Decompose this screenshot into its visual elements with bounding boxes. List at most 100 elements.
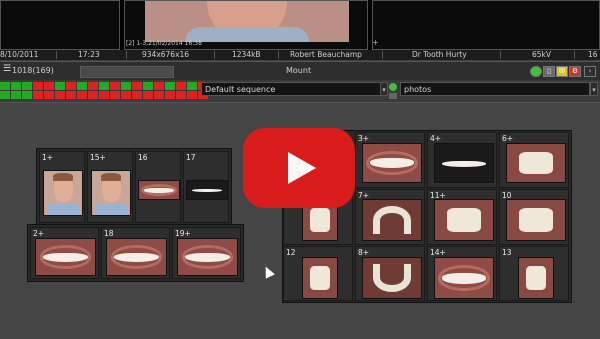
sequence-cell[interactable] xyxy=(77,82,87,90)
smile-photo[interactable] xyxy=(35,238,96,276)
mount-slot[interactable]: 15+ xyxy=(87,151,133,223)
patient-photo-preview xyxy=(145,1,349,42)
sequence-row: Default sequence ▾ photos ▾ xyxy=(0,80,600,102)
sequence-cell[interactable] xyxy=(176,91,186,99)
mount-slot[interactable]: 19+ xyxy=(172,227,241,279)
sequence-cell[interactable] xyxy=(88,82,98,90)
sequence-cell[interactable] xyxy=(143,82,153,90)
photos-status-icon xyxy=(389,83,397,91)
mount-slot[interactable]: 6+ xyxy=(499,132,569,188)
smile-photo[interactable] xyxy=(434,143,494,183)
slot-label: 6+ xyxy=(502,134,514,143)
sequence-cell[interactable] xyxy=(143,91,153,99)
smile-photo[interactable] xyxy=(362,143,422,183)
info-file-size: 1234kB xyxy=(232,50,261,59)
patient-face-photo[interactable] xyxy=(43,170,83,216)
sequence-cell[interactable] xyxy=(132,82,142,90)
mount-name-field[interactable] xyxy=(80,66,174,78)
occlusal-photo[interactable] xyxy=(362,257,422,299)
mount-slot[interactable]: 14+ xyxy=(427,246,497,301)
lateral-photo[interactable] xyxy=(518,257,554,299)
sequence-cell[interactable] xyxy=(0,82,10,90)
slot-label: 4+ xyxy=(430,134,442,143)
lateral-photo[interactable] xyxy=(434,199,494,241)
sequence-dropdown-arrow[interactable]: ▾ xyxy=(380,82,388,96)
sequence-cell[interactable] xyxy=(121,82,131,90)
info-dimensions: 934x676x16 xyxy=(142,50,190,59)
smile-photo[interactable] xyxy=(434,257,494,299)
settings-icon[interactable]: ⚙ xyxy=(569,66,581,77)
smile-photo[interactable] xyxy=(186,180,228,200)
sequence-cell[interactable] xyxy=(44,82,54,90)
sequence-cell[interactable] xyxy=(88,91,98,99)
mount-slot[interactable]: 3+ xyxy=(355,132,425,188)
lateral-photo[interactable] xyxy=(506,143,566,183)
sequence-cell[interactable] xyxy=(11,82,21,90)
sequence-cell[interactable] xyxy=(22,91,32,99)
sequence-cell[interactable] xyxy=(77,91,87,99)
sequence-cell[interactable] xyxy=(33,82,43,90)
sequence-cell[interactable] xyxy=(99,82,109,90)
smile-photo[interactable] xyxy=(106,238,167,276)
smile-photo[interactable] xyxy=(177,238,238,276)
sequence-cell[interactable] xyxy=(187,82,197,90)
sequence-cell[interactable] xyxy=(66,91,76,99)
photos-dropdown-arrow[interactable]: ▾ xyxy=(590,82,598,96)
sequence-cell[interactable] xyxy=(55,82,65,90)
sequence-cell[interactable] xyxy=(154,91,164,99)
preview-pane-right[interactable] xyxy=(372,0,600,50)
sequence-cell[interactable] xyxy=(154,82,164,90)
mount-slot[interactable]: 18 xyxy=(101,227,170,279)
sequence-cell[interactable] xyxy=(110,91,120,99)
mount-slot[interactable]: 12 xyxy=(283,246,353,301)
play-icon xyxy=(288,152,316,184)
photos-select[interactable]: photos xyxy=(400,82,590,96)
preview-caption: [2] 1-3,21/02/2014 16:38 xyxy=(126,40,202,47)
slot-label: 15+ xyxy=(90,153,106,162)
sequence-status-cells xyxy=(0,82,209,100)
mount-slot[interactable]: 10 xyxy=(499,189,569,245)
mount-slot[interactable]: 4+ xyxy=(427,132,497,188)
sequence-cell[interactable] xyxy=(110,82,120,90)
sequence-cell[interactable] xyxy=(55,91,65,99)
sequence-cell[interactable] xyxy=(121,91,131,99)
sequence-cell[interactable] xyxy=(187,91,197,99)
sequence-cell[interactable] xyxy=(11,91,21,99)
slot-label: 8+ xyxy=(358,248,370,257)
lateral-photo[interactable] xyxy=(506,199,566,241)
mount-slot[interactable]: 2+ xyxy=(30,227,99,279)
patient-face-photo[interactable] xyxy=(91,170,131,216)
sequence-cell[interactable] xyxy=(66,82,76,90)
info-patient-name: Robert Beauchamp xyxy=(290,50,362,59)
mount-slot[interactable]: 7+ xyxy=(355,189,425,245)
play-button[interactable] xyxy=(243,128,355,208)
sequence-cell[interactable] xyxy=(33,91,43,99)
mount-slot[interactable]: 16 xyxy=(135,151,181,223)
mount-slot[interactable]: 17 xyxy=(183,151,229,223)
mount-slot[interactable]: 13 xyxy=(499,246,569,301)
sequence-cell[interactable] xyxy=(99,91,109,99)
occlusal-photo[interactable] xyxy=(362,199,422,241)
status-green-icon[interactable] xyxy=(530,66,542,77)
image-info-bar: 8/10/2011 17:23 934x676x16 1234kB Robert… xyxy=(0,50,600,60)
preview-pane-left[interactable] xyxy=(0,0,120,50)
smile-photo[interactable] xyxy=(138,180,180,200)
mount-slot[interactable]: 11+ xyxy=(427,189,497,245)
sequence-cell[interactable] xyxy=(165,91,175,99)
mount-slot[interactable]: 8+ xyxy=(355,246,425,301)
sequence-cell[interactable] xyxy=(176,82,186,90)
mount-slot[interactable]: 1+ xyxy=(39,151,85,223)
tablet-icon[interactable]: ▯ xyxy=(543,66,555,77)
sequence-cell[interactable] xyxy=(22,82,32,90)
lateral-photo[interactable] xyxy=(302,257,338,299)
photos-expand-icon[interactable] xyxy=(389,93,397,99)
hamburger-icon[interactable]: ☰ xyxy=(3,64,11,74)
mail-icon[interactable]: ✉ xyxy=(556,66,568,77)
info-doctor-name: Dr Tooth Hurty xyxy=(412,50,467,59)
chevron-right-icon[interactable]: › xyxy=(584,66,596,77)
sequence-select[interactable]: Default sequence xyxy=(201,82,381,96)
sequence-cell[interactable] xyxy=(165,82,175,90)
sequence-cell[interactable] xyxy=(132,91,142,99)
sequence-cell[interactable] xyxy=(0,91,10,99)
sequence-cell[interactable] xyxy=(44,91,54,99)
